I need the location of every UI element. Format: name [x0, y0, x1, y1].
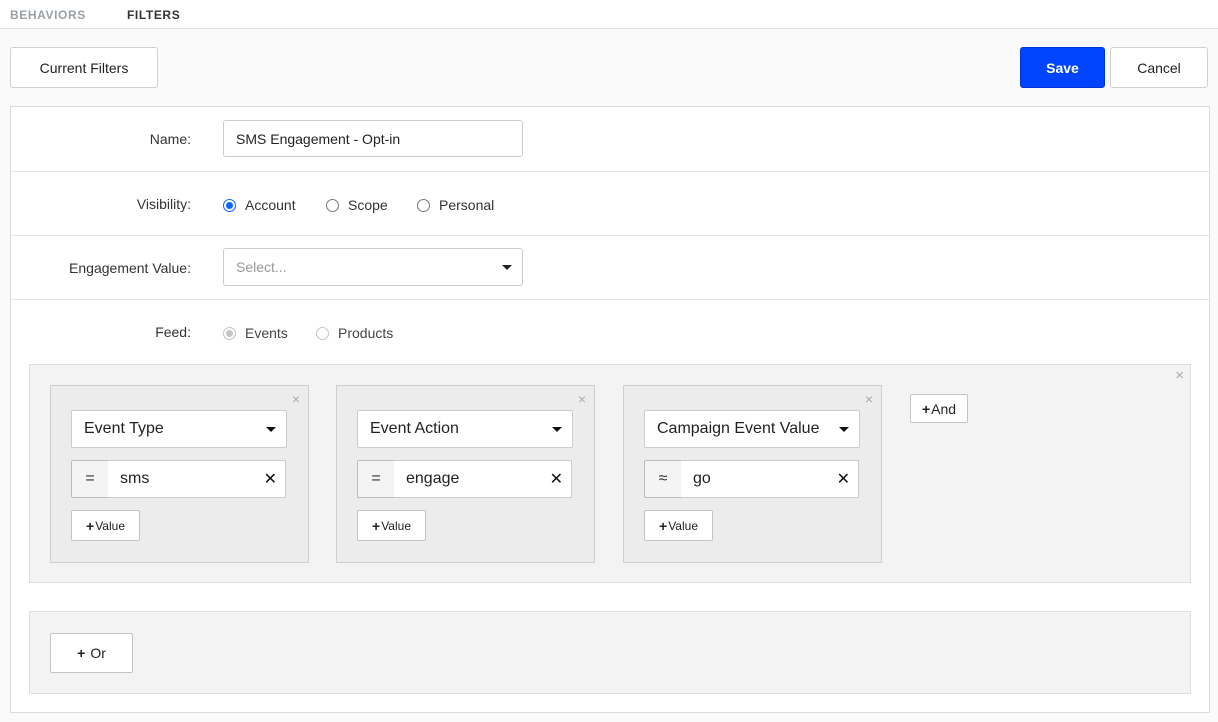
tab-behaviors[interactable]: BEHAVIORS — [10, 8, 86, 22]
close-icon[interactable]: × — [292, 392, 300, 406]
condition-field-value: Event Type — [84, 420, 164, 437]
name-input[interactable]: SMS Engagement - Opt-in — [223, 120, 523, 157]
radio-label: Scope — [348, 197, 388, 213]
radio-checked-icon — [223, 326, 236, 340]
close-icon[interactable]: × — [578, 392, 586, 406]
current-filters-button[interactable]: Current Filters — [10, 47, 158, 88]
add-and-button[interactable]: + And — [910, 394, 968, 423]
condition-value: engage — [406, 470, 460, 487]
visibility-radio-scope[interactable]: Scope — [326, 197, 388, 213]
plus-icon: + — [86, 517, 95, 534]
add-or-button[interactable]: + Or — [50, 633, 133, 673]
row-divider — [11, 171, 1209, 172]
condition-card: × Event Action = engage ✕ + Value — [336, 385, 595, 563]
condition-value-input[interactable]: engage ✕ — [394, 460, 572, 498]
save-button[interactable]: Save — [1020, 47, 1105, 88]
clear-icon[interactable]: ✕ — [837, 469, 850, 489]
and-label: And — [931, 400, 957, 417]
name-label: Name: — [149, 131, 191, 147]
plus-icon: + — [77, 645, 86, 661]
chevron-down-icon — [502, 265, 512, 270]
plus-icon: + — [659, 517, 668, 534]
add-value-label: Value — [668, 518, 698, 533]
condition-field-select[interactable]: Event Type — [71, 410, 287, 448]
condition-field-value: Campaign Event Value — [657, 420, 820, 437]
visibility-label: Visibility: — [136, 196, 191, 212]
operator-button[interactable]: = — [357, 460, 395, 498]
operator-button[interactable]: = — [71, 460, 109, 498]
cancel-button[interactable]: Cancel — [1110, 47, 1208, 88]
engagement-value-label: Engagement Value: — [69, 260, 191, 276]
condition-value: sms — [120, 470, 150, 487]
close-icon[interactable]: × — [865, 392, 873, 406]
feed-radio-events[interactable]: Events — [223, 325, 288, 341]
visibility-radio-personal[interactable]: Personal — [417, 197, 494, 213]
add-value-label: Value — [95, 518, 125, 533]
tab-filters[interactable]: FILTERS — [127, 8, 180, 22]
top-nav: BEHAVIORS FILTERS — [0, 0, 1218, 29]
radio-unchecked-icon — [417, 198, 430, 212]
name-input-value: SMS Engagement - Opt-in — [236, 130, 401, 147]
clear-icon[interactable]: ✕ — [550, 469, 563, 489]
row-divider — [11, 235, 1209, 236]
engagement-value-placeholder: Select... — [236, 259, 287, 275]
plus-icon: + — [921, 400, 931, 417]
radio-unchecked-icon — [316, 326, 329, 340]
engagement-value-select[interactable]: Select... — [223, 248, 523, 286]
chevron-down-icon — [266, 427, 276, 432]
condition-value: go — [693, 470, 711, 487]
operator-button[interactable]: ≈ — [644, 460, 682, 498]
condition-value-input[interactable]: sms ✕ — [108, 460, 286, 498]
or-label: Or — [90, 645, 106, 661]
condition-value-input[interactable]: go ✕ — [681, 460, 859, 498]
feed-label: Feed: — [155, 324, 191, 340]
filter-editor-panel: Name: SMS Engagement - Opt-in Visibility… — [10, 106, 1210, 713]
add-value-label: Value — [381, 518, 411, 533]
feed-radio-products[interactable]: Products — [316, 325, 393, 341]
condition-field-value: Event Action — [370, 420, 459, 437]
radio-label: Events — [245, 325, 288, 341]
radio-label: Account — [245, 197, 296, 213]
condition-card: × Campaign Event Value ≈ go ✕ + Value — [623, 385, 882, 563]
radio-label: Products — [338, 325, 394, 341]
or-group: + Or — [29, 611, 1191, 694]
clear-icon[interactable]: ✕ — [264, 469, 277, 489]
add-value-button[interactable]: + Value — [357, 510, 426, 541]
add-value-button[interactable]: + Value — [71, 510, 140, 541]
close-icon[interactable]: × — [1175, 367, 1184, 384]
condition-card: × Event Type = sms ✕ + Value — [50, 385, 309, 563]
condition-field-select[interactable]: Campaign Event Value — [644, 410, 860, 448]
plus-icon: + — [372, 517, 381, 534]
add-value-button[interactable]: + Value — [644, 510, 713, 541]
condition-group: × × Event Type = sms ✕ + Value × Event A… — [29, 364, 1191, 583]
radio-label: Personal — [439, 197, 495, 213]
chevron-down-icon — [552, 427, 562, 432]
radio-unchecked-icon — [326, 198, 339, 212]
condition-field-select[interactable]: Event Action — [357, 410, 573, 448]
chevron-down-icon — [839, 427, 849, 432]
visibility-radio-account[interactable]: Account — [223, 197, 296, 213]
row-divider — [11, 299, 1209, 300]
radio-checked-icon — [223, 198, 236, 212]
